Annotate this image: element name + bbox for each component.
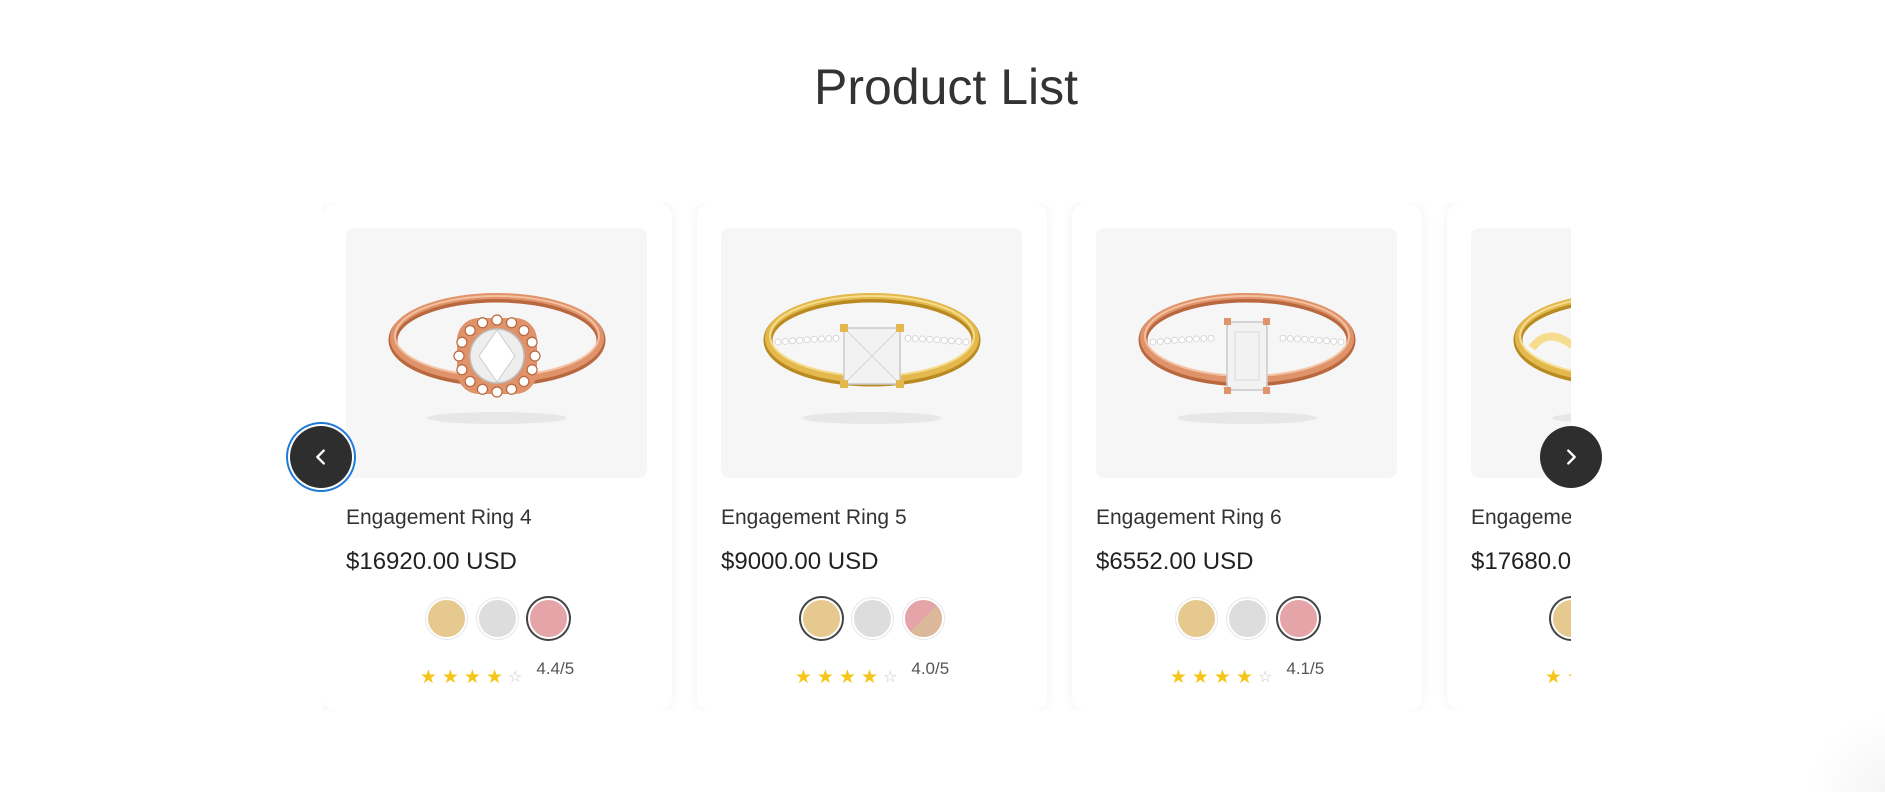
star-rating: ★★★★☆ xyxy=(420,668,523,687)
star-filled-icon: ★ xyxy=(860,667,879,688)
product-price: $17680.00 USD xyxy=(1471,548,1571,575)
product-rating: ★ ★ ★ ★ ☆ 4.1/5 xyxy=(1072,659,1422,687)
swatch-yellow-gold[interactable] xyxy=(1550,598,1571,639)
star-filled-icon: ★ xyxy=(1191,667,1209,688)
star-rating: ★★★★☆ xyxy=(1170,668,1273,687)
swatch-white-gold[interactable] xyxy=(851,598,893,639)
product-name[interactable]: Engagement Ring 5 xyxy=(721,506,907,530)
product-name[interactable]: Engagement Ring 7 xyxy=(1471,506,1571,530)
product-name[interactable]: Engagement Ring 6 xyxy=(1096,506,1282,530)
product-image[interactable] xyxy=(1096,228,1397,478)
ring-image xyxy=(388,293,605,424)
metal-swatches xyxy=(1072,598,1422,639)
swatch-rose-gold[interactable] xyxy=(527,598,569,639)
star-filled-icon: ★ xyxy=(485,667,504,688)
star-filled-icon: ★ xyxy=(1544,667,1562,688)
ring-image xyxy=(1138,293,1355,424)
chevron-right-icon xyxy=(1567,449,1576,465)
product-card[interactable]: Engagement Ring 6 $6552.00 USD ★ ★ ★ ★ ☆ 4.1/5 xyxy=(1072,203,1422,711)
metal-swatches xyxy=(697,598,1047,639)
star-filled-icon: ★ xyxy=(1169,667,1187,688)
product-price: $6552.00 USD xyxy=(1096,548,1254,575)
product-name[interactable]: Engagement Ring 4 xyxy=(346,506,532,530)
product-image[interactable] xyxy=(721,228,1022,478)
swatch-rose-gold[interactable] xyxy=(902,598,944,639)
star-filled-icon: ★ xyxy=(1567,668,1571,687)
product-rating: ★★★★☆4.2/5 xyxy=(1447,659,1571,687)
star-filled-icon: ★ xyxy=(1235,667,1254,688)
product-list-page: Product List Engagement Ring 4 $16920.00 … xyxy=(0,0,1885,792)
product-price: $9000.00 USD xyxy=(721,548,879,575)
rating-text: 4.4/5 xyxy=(536,659,575,678)
star-filled-icon: ★ xyxy=(794,667,812,688)
chevron-left-icon xyxy=(316,449,325,465)
product-card[interactable]: Engagement Ring 5 $9000.00 USD ★ ★ ★ ★ ☆ 4.0/5 xyxy=(697,203,1047,711)
swatch-yellow-gold[interactable] xyxy=(425,598,467,639)
rating-text: 4.1/5 xyxy=(1286,659,1325,678)
rating-text: 4.0/5 xyxy=(911,659,950,678)
swatch-yellow-gold[interactable] xyxy=(1175,598,1217,639)
page-title: Product List xyxy=(813,59,1078,115)
product-rating: ★ ★ ★ ★ ☆ 4.4/5 xyxy=(322,659,672,687)
star-empty-icon: ☆ xyxy=(1258,669,1273,686)
star-empty-icon: ☆ xyxy=(883,669,898,686)
star-rating: ★★★★☆ xyxy=(795,668,898,687)
swatch-white-gold[interactable] xyxy=(476,598,518,639)
carousel-prev-button[interactable] xyxy=(290,426,352,488)
star-empty-icon: ☆ xyxy=(508,669,523,686)
product-rating: ★ ★ ★ ★ ☆ 4.0/5 xyxy=(697,659,1047,687)
ring-image xyxy=(763,293,980,424)
swatch-yellow-gold[interactable] xyxy=(800,598,842,639)
star-filled-icon: ★ xyxy=(838,667,856,688)
carousel-next-button[interactable] xyxy=(1540,426,1602,488)
star-filled-icon: ★ xyxy=(463,667,481,688)
swatch-white-gold[interactable] xyxy=(1226,598,1268,639)
product-price: $16920.00 USD xyxy=(346,548,517,575)
metal-swatches xyxy=(322,598,672,639)
product-carousel: Engagement Ring 4 $16920.00 USD ★ ★ ★ ★ ☆ 4.4/5… xyxy=(322,203,1571,711)
star-filled-icon: ★ xyxy=(1213,667,1231,688)
product-card[interactable]: Engagement Ring 4 $16920.00 USD ★ ★ ★ ★ ☆ 4.4/5 xyxy=(322,203,672,711)
product-image[interactable] xyxy=(346,228,647,478)
star-filled-icon: ★ xyxy=(419,667,437,688)
star-filled-icon: ★ xyxy=(441,667,459,688)
swatch-rose-gold[interactable] xyxy=(1277,598,1319,639)
star-rating: ★★★★☆ xyxy=(1545,668,1571,687)
star-filled-icon: ★ xyxy=(816,667,834,688)
corner-shade xyxy=(1805,712,1885,792)
ring-image xyxy=(1513,298,1571,423)
metal-swatches xyxy=(1447,598,1571,639)
